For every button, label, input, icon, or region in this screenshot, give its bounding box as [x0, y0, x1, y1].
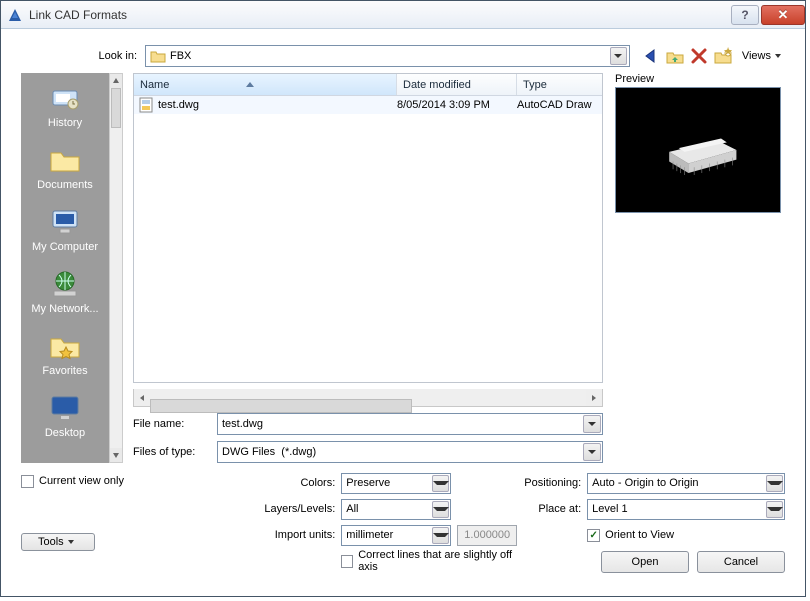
places-bar: History Documents My Computer My Network… — [21, 73, 111, 463]
scroll-thumb[interactable] — [111, 88, 121, 128]
places-desktop[interactable]: Desktop — [21, 383, 109, 445]
placeat-label: Place at: — [517, 503, 587, 515]
file-type: AutoCAD Draw — [517, 99, 602, 111]
places-network[interactable]: My Network... — [21, 259, 109, 321]
scroll-up-icon[interactable] — [110, 74, 122, 88]
units-select[interactable]: millimeter — [341, 525, 451, 546]
preview-pane — [615, 87, 781, 213]
app-icon — [7, 7, 23, 23]
chevron-down-icon[interactable] — [583, 415, 601, 433]
column-name[interactable]: Name — [134, 74, 397, 95]
favorites-icon — [48, 329, 82, 363]
back-icon[interactable] — [642, 47, 660, 65]
chevron-down-icon[interactable] — [432, 501, 449, 518]
chevron-down-icon[interactable] — [432, 475, 449, 492]
views-menu[interactable]: Views — [738, 50, 785, 62]
column-type[interactable]: Type — [517, 74, 602, 95]
chevron-down-icon[interactable] — [432, 527, 449, 544]
chevron-down-icon[interactable] — [583, 443, 601, 461]
layers-label: Layers/Levels: — [231, 503, 341, 515]
current-view-only-checkbox[interactable]: Current view only — [21, 471, 231, 491]
filetype-combo[interactable] — [217, 441, 603, 463]
file-name: test.dwg — [158, 99, 199, 111]
model-preview-icon — [650, 119, 746, 181]
network-icon — [48, 267, 82, 301]
dialog-window: Link CAD Formats ? ✕ Look in: FBX — [0, 0, 806, 597]
units-scale: 1.000000 — [457, 525, 517, 546]
history-icon — [48, 81, 82, 115]
checkbox-checked-icon: ✓ — [587, 529, 600, 542]
file-row[interactable]: test.dwg 8/05/2014 3:09 PM AutoCAD Draw — [134, 96, 602, 114]
scroll-down-icon[interactable] — [110, 448, 122, 462]
close-button[interactable]: ✕ — [761, 5, 805, 25]
units-label: Import units: — [231, 529, 341, 541]
scroll-left-icon[interactable] — [134, 390, 150, 406]
places-documents[interactable]: Documents — [21, 135, 109, 197]
colors-label: Colors: — [231, 477, 341, 489]
filename-input[interactable] — [218, 418, 583, 430]
positioning-select[interactable]: Auto - Origin to Origin — [587, 473, 785, 494]
file-list-header: Name Date modified Type — [134, 74, 602, 96]
places-history[interactable]: History — [21, 73, 109, 135]
help-button[interactable]: ? — [731, 5, 759, 25]
chevron-down-icon — [775, 54, 781, 58]
sort-asc-icon — [246, 82, 254, 87]
colors-select[interactable]: Preserve — [341, 473, 451, 494]
title-bar[interactable]: Link CAD Formats ? ✕ — [1, 1, 805, 29]
views-label: Views — [742, 50, 771, 62]
places-scrollbar[interactable] — [109, 73, 123, 463]
filetype-label: Files of type: — [133, 446, 217, 458]
window-title: Link CAD Formats — [29, 8, 729, 22]
tools-menu[interactable]: Tools — [21, 533, 95, 551]
chevron-down-icon[interactable] — [766, 501, 783, 518]
new-folder-icon[interactable]: ★ — [714, 47, 732, 65]
column-date[interactable]: Date modified — [397, 74, 517, 95]
checkbox-icon — [341, 555, 353, 568]
svg-text:★: ★ — [723, 47, 732, 58]
chevron-down-icon — [68, 540, 74, 544]
filename-label: File name: — [133, 418, 217, 430]
placeat-select[interactable]: Level 1 — [587, 499, 785, 520]
orient-to-view-checkbox[interactable]: ✓ Orient to View — [587, 525, 674, 545]
places-favorites[interactable]: Favorites — [21, 321, 109, 383]
file-list[interactable]: Name Date modified Type test.dwg 8/05/20… — [133, 73, 603, 383]
folder-icon — [150, 48, 166, 64]
cancel-button[interactable]: Cancel — [697, 551, 785, 573]
folder-icon — [48, 143, 82, 177]
file-date: 8/05/2014 3:09 PM — [397, 99, 517, 111]
lookin-value: FBX — [170, 50, 610, 62]
scroll-right-icon[interactable] — [586, 390, 602, 406]
places-mycomputer[interactable]: My Computer — [21, 197, 109, 259]
scroll-thumb[interactable] — [150, 399, 412, 413]
lookin-label: Look in: — [21, 50, 145, 62]
lookin-combo[interactable]: FBX — [145, 45, 630, 67]
computer-icon — [48, 205, 82, 239]
chevron-down-icon[interactable] — [766, 475, 783, 492]
preview-label: Preview — [615, 73, 785, 85]
layers-select[interactable]: All — [341, 499, 451, 520]
desktop-icon — [48, 391, 82, 425]
lookin-dropdown-icon[interactable] — [610, 47, 627, 65]
open-button[interactable]: Open — [601, 551, 689, 573]
delete-icon[interactable] — [690, 47, 708, 65]
checkbox-icon — [21, 475, 34, 488]
filetype-value — [218, 446, 583, 458]
filename-combo[interactable] — [217, 413, 603, 435]
positioning-label: Positioning: — [517, 477, 587, 489]
dwg-file-icon — [138, 97, 154, 113]
correct-lines-checkbox[interactable]: Correct lines that are slightly off axis — [341, 551, 517, 571]
up-folder-icon[interactable] — [666, 47, 684, 65]
file-list-hscroll[interactable] — [133, 389, 603, 407]
